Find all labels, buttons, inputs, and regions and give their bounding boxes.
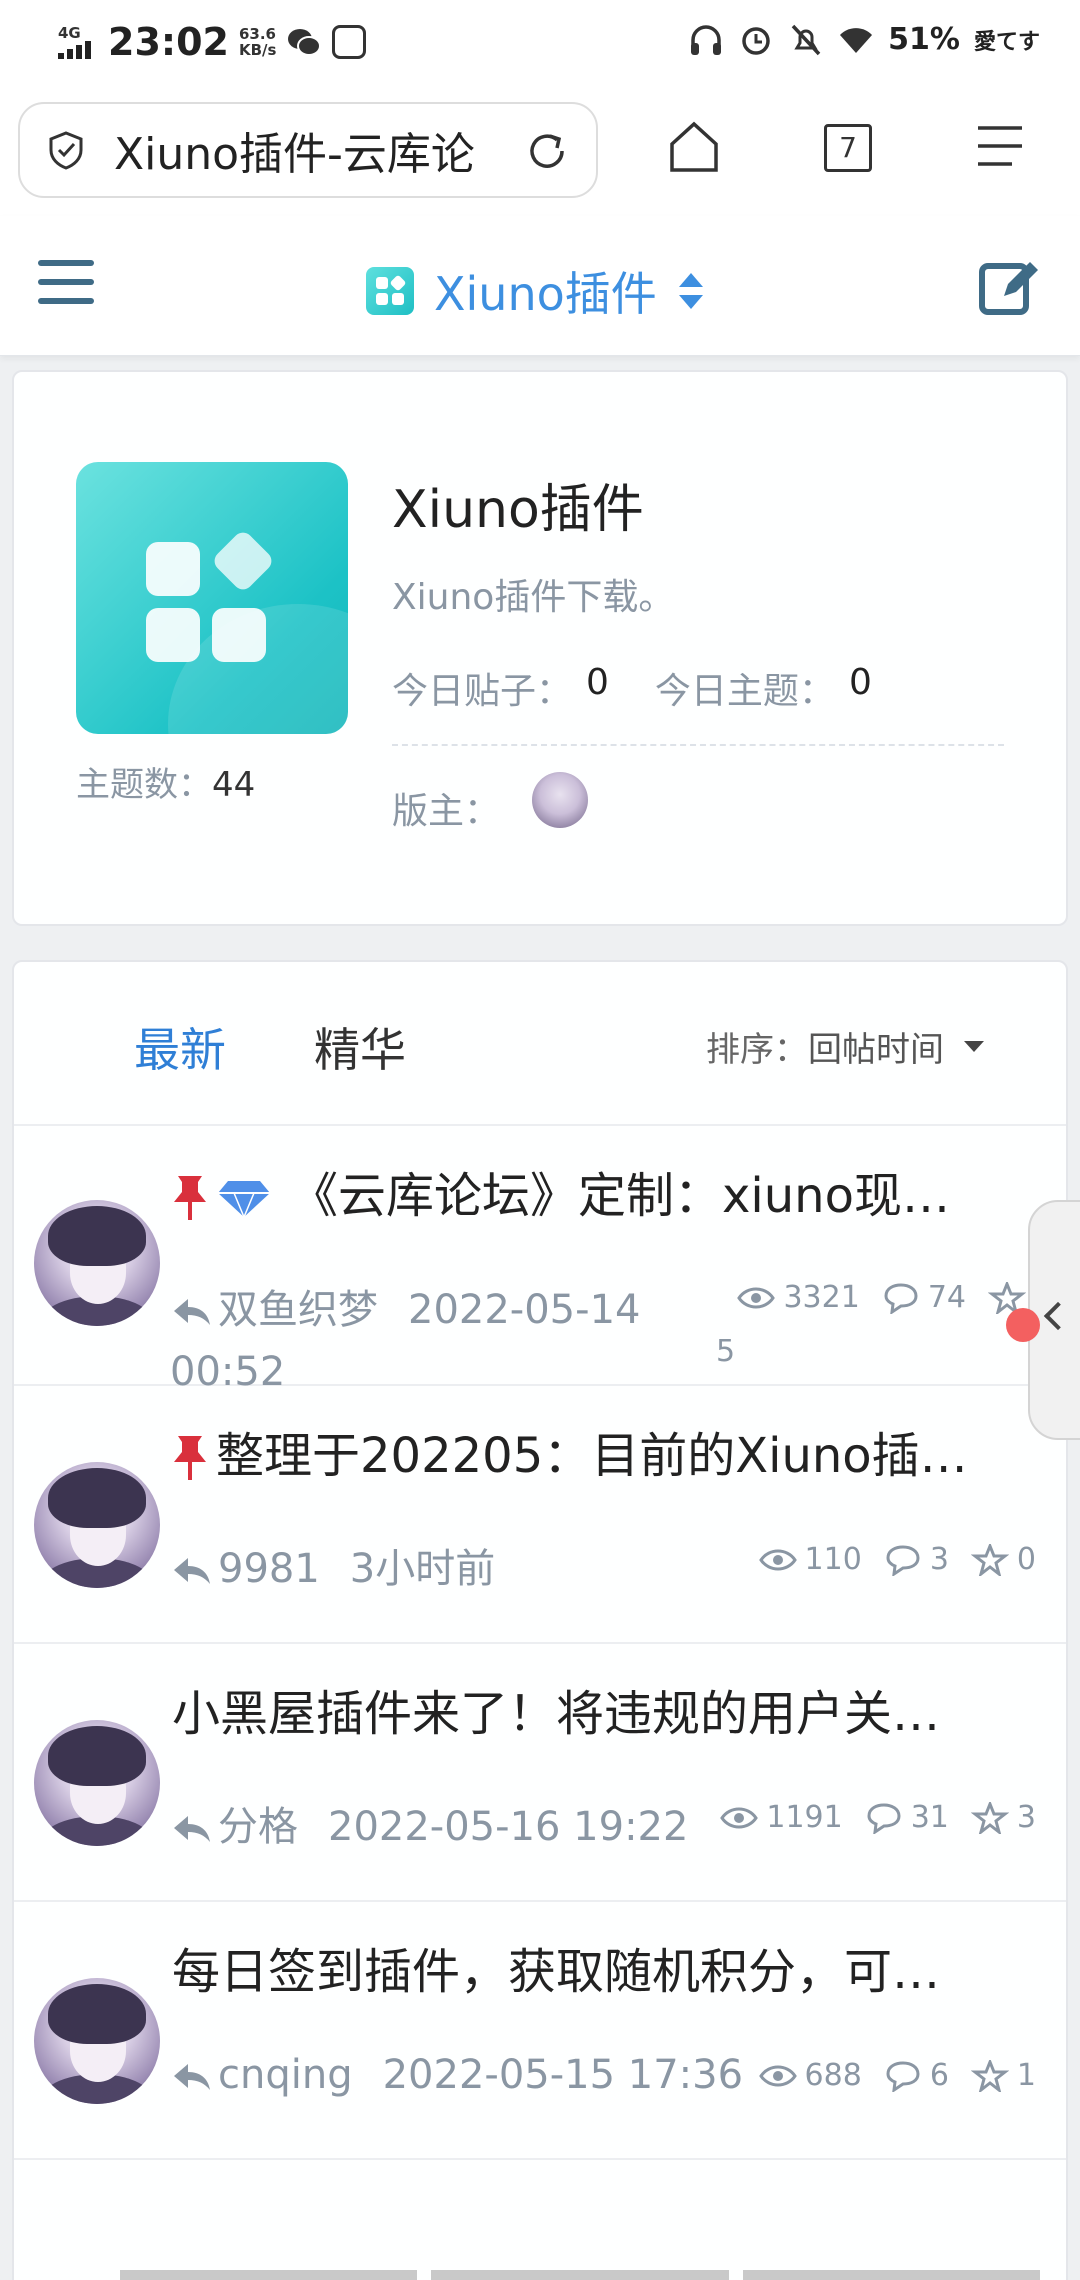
topic-count: 主题数：44	[76, 765, 256, 805]
forum-info-card: 主题数：44 Xiuno插件 Xiuno插件下载。 今日贴子： 0 今日主题： 0 …	[12, 370, 1068, 926]
forum-navbar: Xiuno插件	[0, 216, 1080, 356]
moderator-avatar[interactable]	[532, 772, 588, 828]
thread-title[interactable]: 《云库论坛》定制：xiuno现…	[172, 1156, 1022, 1226]
url-text[interactable]: Xiuno插件-云库论坛	[114, 118, 474, 182]
thread-meta: cnqing 2022-05-15 17:36	[172, 2052, 743, 2098]
comment-icon	[886, 1544, 920, 1576]
carrier-label: 愛てす	[973, 29, 1040, 55]
message-icon	[332, 25, 367, 59]
home-icon[interactable]	[664, 116, 724, 176]
thread-stats: 1191 31 3	[720, 1800, 1036, 1835]
thread-title[interactable]: 整理于202205：目前的Xiuno插…	[172, 1416, 1022, 1486]
forum-small-icon	[366, 267, 414, 315]
tab-featured[interactable]: 精华	[314, 1014, 406, 1080]
chevron-left-icon	[1043, 1301, 1073, 1331]
thread-row[interactable]: 整理于202205：目前的Xiuno插… 9981 3小时前 110 3 0	[14, 1386, 1066, 1644]
sort-updown-icon[interactable]	[677, 269, 705, 313]
tab-latest[interactable]: 最新	[134, 1014, 226, 1080]
avatar[interactable]	[34, 1462, 160, 1588]
wifi-icon	[840, 27, 873, 53]
status-bar: 4G 23:02 63.6 KB/s 51% 愛てす	[0, 0, 1080, 86]
likes-count: 5	[716, 1334, 736, 1369]
bottom-toolbar-edge	[120, 2270, 1040, 2280]
address-bar[interactable]: Xiuno插件-云库论坛	[18, 102, 598, 198]
star-icon	[970, 2059, 1009, 2092]
thread-meta: 分格 2022-05-16 19:22	[172, 1794, 688, 1852]
eye-icon	[758, 1549, 797, 1570]
thread-title[interactable]: 小黑屋插件来了！将违规的用户关…	[172, 1674, 1022, 1744]
pin-icon	[174, 1436, 206, 1480]
forum-nav-title[interactable]: Xiuno插件	[434, 258, 657, 324]
network-type: 4G	[58, 23, 81, 42]
comment-icon	[886, 2060, 920, 2092]
mute-icon	[791, 24, 821, 55]
shield-icon	[49, 131, 83, 170]
list-tabs: 最新 精华 排序： 回帖时间	[14, 962, 1066, 1126]
menu-icon[interactable]	[970, 116, 1030, 176]
compose-icon[interactable]	[978, 254, 1042, 318]
comment-icon	[867, 1802, 901, 1834]
thread-stats: 688 6 1	[758, 2058, 1036, 2093]
avatar[interactable]	[34, 1720, 160, 1846]
forum-description: Xiuno插件下载。	[392, 577, 675, 618]
thread-meta: 9981 3小时前	[172, 1536, 495, 1594]
tabs-button[interactable]: 7	[824, 124, 872, 172]
comment-icon	[884, 1282, 918, 1314]
avatar[interactable]	[34, 1978, 160, 2104]
alarm-icon	[742, 26, 770, 55]
thread-title[interactable]: 每日签到插件，获取随机积分，可…	[172, 1932, 1022, 2002]
diamond-icon	[218, 1181, 270, 1219]
browser-toolbar: Xiuno插件-云库论坛 7	[0, 86, 1080, 216]
thread-row[interactable]: 每日签到插件，获取随机积分，可… cnqing 2022-05-15 17:36 …	[14, 1902, 1066, 2160]
reply-icon	[174, 1558, 210, 1584]
thread-row[interactable]: 《云库论坛》定制：xiuno现… 双鱼织梦 2022-05-14 00:52 33…	[14, 1126, 1066, 1395]
headphones-icon	[691, 24, 722, 55]
reply-icon	[174, 1816, 210, 1842]
signal-icon: 4G	[58, 23, 98, 59]
pin-icon	[174, 1176, 206, 1220]
reload-icon[interactable]	[524, 128, 570, 174]
eye-icon	[758, 2065, 797, 2086]
caret-down-icon	[964, 1041, 984, 1052]
moderator-label: 版主：	[392, 791, 501, 832]
forum-logo	[76, 462, 348, 734]
star-icon	[970, 1801, 1009, 1834]
thread-row[interactable]: 小黑屋插件来了！将违规的用户关… 分格 2022-05-16 19:22 1191…	[14, 1644, 1066, 1902]
forum-name: Xiuno插件	[392, 480, 644, 540]
reply-icon	[174, 2064, 210, 2090]
eye-icon	[737, 1287, 776, 1308]
clock: 23:02	[108, 20, 229, 64]
wechat-icon	[288, 29, 322, 56]
thread-stats: 110 3 0	[758, 1542, 1036, 1577]
reply-icon	[174, 1299, 210, 1325]
forum-stats: 今日贴子： 0 今日主题： 0	[392, 662, 872, 712]
divider	[392, 744, 1004, 746]
battery-level: 51%	[888, 22, 960, 57]
eye-icon	[720, 1807, 759, 1828]
network-speed: 63.6 KB/s	[238, 25, 277, 59]
sort-dropdown[interactable]: 排序： 回帖时间	[706, 1022, 984, 1071]
thread-list-card: 最新 精华 排序： 回帖时间 《云库论坛》定制：xiuno现… 双鱼织梦 2022-…	[12, 960, 1068, 2280]
star-icon	[970, 1543, 1009, 1576]
thread-stats: 3321 74	[737, 1280, 1026, 1315]
notification-dot	[1006, 1308, 1040, 1342]
avatar[interactable]	[34, 1200, 160, 1326]
hamburger-menu-icon[interactable]	[38, 260, 94, 310]
forum-switcher[interactable]: Xiuno插件	[366, 258, 705, 324]
